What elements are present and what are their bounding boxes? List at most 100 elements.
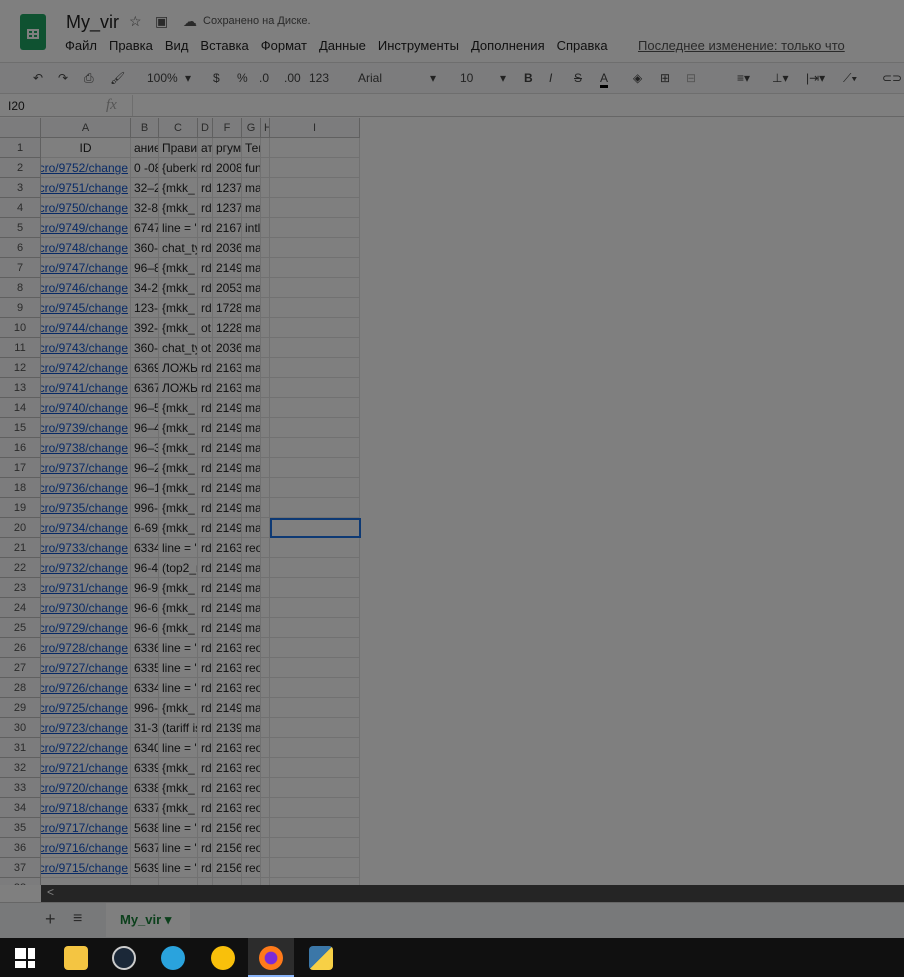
cell[interactable]: rd xyxy=(198,298,213,318)
cell[interactable]: reo xyxy=(242,638,261,658)
more-formats-button[interactable]: 123 xyxy=(309,71,329,85)
cell[interactable]: 6338 xyxy=(131,778,159,798)
cell[interactable]: ma xyxy=(242,478,261,498)
row-header[interactable]: 9 xyxy=(0,298,41,318)
cell[interactable]: 2036 xyxy=(213,238,242,258)
cell[interactable] xyxy=(261,498,270,518)
column-header[interactable]: I xyxy=(270,118,360,138)
cell[interactable]: 96–2 xyxy=(131,458,159,478)
cell[interactable]: rd xyxy=(198,558,213,578)
cell[interactable] xyxy=(270,698,360,718)
cell[interactable]: 96–8 xyxy=(131,258,159,278)
cell[interactable]: 96-66 xyxy=(131,618,159,638)
row-header[interactable]: 4 xyxy=(0,198,41,218)
cell[interactable] xyxy=(270,158,360,178)
cell[interactable] xyxy=(270,618,360,638)
cell[interactable]: {mkk_ xyxy=(159,598,198,618)
cell[interactable]: rd xyxy=(198,158,213,178)
cell[interactable]: rd xyxy=(198,358,213,378)
link-icon[interactable]: ⊂⊃ xyxy=(882,71,902,85)
cell[interactable] xyxy=(159,878,198,885)
firefox-taskbar-button[interactable] xyxy=(248,938,294,977)
cell[interactable] xyxy=(270,238,360,258)
cell[interactable] xyxy=(270,778,360,798)
cell[interactable]: ma xyxy=(242,438,261,458)
cell[interactable]: rd xyxy=(198,178,213,198)
cell-link[interactable]: cro/9720/change/ xyxy=(41,778,131,798)
select-all-corner[interactable] xyxy=(0,118,41,138)
cell[interactable]: rd xyxy=(198,218,213,238)
text-color-button[interactable]: A xyxy=(600,71,609,88)
cell[interactable] xyxy=(270,378,360,398)
row-header[interactable]: 38 xyxy=(0,878,41,885)
cell[interactable]: 392-1 xyxy=(131,318,159,338)
zoom-select[interactable]: 100% xyxy=(147,71,178,85)
cell[interactable]: {mkk_ xyxy=(159,398,198,418)
cell[interactable]: 2149 xyxy=(213,578,242,598)
cell-link[interactable]: cro/9749/change/ xyxy=(41,218,131,238)
cell[interactable]: rd xyxy=(198,758,213,778)
cell[interactable]: 96–1 xyxy=(131,478,159,498)
cell[interactable] xyxy=(270,878,360,885)
music-icon[interactable] xyxy=(211,946,235,970)
cell[interactable]: rd xyxy=(198,678,213,698)
cell[interactable]: 96-69 xyxy=(131,598,159,618)
cell-link[interactable]: cro/9751/change/ xyxy=(41,178,131,198)
cell[interactable]: rd xyxy=(198,778,213,798)
menu-view[interactable]: Вид xyxy=(165,38,189,53)
cell[interactable]: 2149 xyxy=(213,698,242,718)
cell[interactable]: 2149 xyxy=(213,618,242,638)
cell-link[interactable]: cro/9743/change/ xyxy=(41,338,131,358)
cell[interactable]: ma xyxy=(242,378,261,398)
cell-link[interactable]: cro/9733/change/ xyxy=(41,538,131,558)
cell[interactable] xyxy=(261,518,270,538)
cell[interactable] xyxy=(261,878,270,885)
cell[interactable]: {mkk_ xyxy=(159,258,198,278)
cell[interactable]: 5638 xyxy=(131,818,159,838)
undo-icon[interactable]: ↶ xyxy=(33,71,43,85)
all-sheets-button[interactable]: ≡ xyxy=(73,910,82,928)
cell[interactable] xyxy=(261,298,270,318)
currency-button[interactable]: $ xyxy=(213,71,220,85)
horizontal-scrollbar[interactable]: < xyxy=(41,885,904,902)
cell[interactable]: chat_ty xyxy=(159,238,198,258)
menu-tools[interactable]: Инструменты xyxy=(378,38,459,53)
cell[interactable]: 2149 xyxy=(213,398,242,418)
cell[interactable]: 96–3 xyxy=(131,438,159,458)
cell[interactable] xyxy=(261,358,270,378)
cell[interactable] xyxy=(270,498,360,518)
row-header[interactable]: 17 xyxy=(0,458,41,478)
row-header[interactable]: 37 xyxy=(0,858,41,878)
menu-data[interactable]: Данные xyxy=(319,38,366,53)
font-select[interactable]: Arial xyxy=(358,71,382,85)
cell[interactable]: reo xyxy=(242,838,261,858)
cell[interactable]: {mkk_ xyxy=(159,758,198,778)
cell[interactable] xyxy=(270,598,360,618)
cell[interactable] xyxy=(270,278,360,298)
row-header[interactable]: 27 xyxy=(0,658,41,678)
cell[interactable]: rd xyxy=(198,538,213,558)
cell[interactable] xyxy=(270,258,360,278)
paint-format-icon[interactable]: 🖌 xyxy=(110,71,125,85)
align-horizontal-icon[interactable]: ≡▾ xyxy=(737,71,750,85)
cell[interactable]: 2163 xyxy=(213,378,242,398)
file-explorer-icon[interactable] xyxy=(64,946,88,970)
row-header[interactable]: 28 xyxy=(0,678,41,698)
cell[interactable] xyxy=(270,138,360,158)
cell-link[interactable]: cro/9716/change/ xyxy=(41,838,131,858)
row-header[interactable]: 14 xyxy=(0,398,41,418)
cell[interactable]: rd xyxy=(198,198,213,218)
cell[interactable]: 996-9 xyxy=(131,498,159,518)
row-header[interactable]: 31 xyxy=(0,738,41,758)
cell[interactable]: line = ' xyxy=(159,638,198,658)
cell[interactable] xyxy=(270,358,360,378)
cell[interactable] xyxy=(261,698,270,718)
cell[interactable]: rd xyxy=(198,438,213,458)
column-header[interactable]: D xyxy=(198,118,213,138)
cell-link[interactable]: cro/9736/change/ xyxy=(41,478,131,498)
row-header[interactable]: 1 xyxy=(0,138,41,158)
cell-link[interactable]: cro/9734/change/ xyxy=(41,518,131,538)
cell[interactable]: reo xyxy=(242,738,261,758)
cell-link[interactable]: cro/9739/change/ xyxy=(41,418,131,438)
cell[interactable] xyxy=(261,158,270,178)
